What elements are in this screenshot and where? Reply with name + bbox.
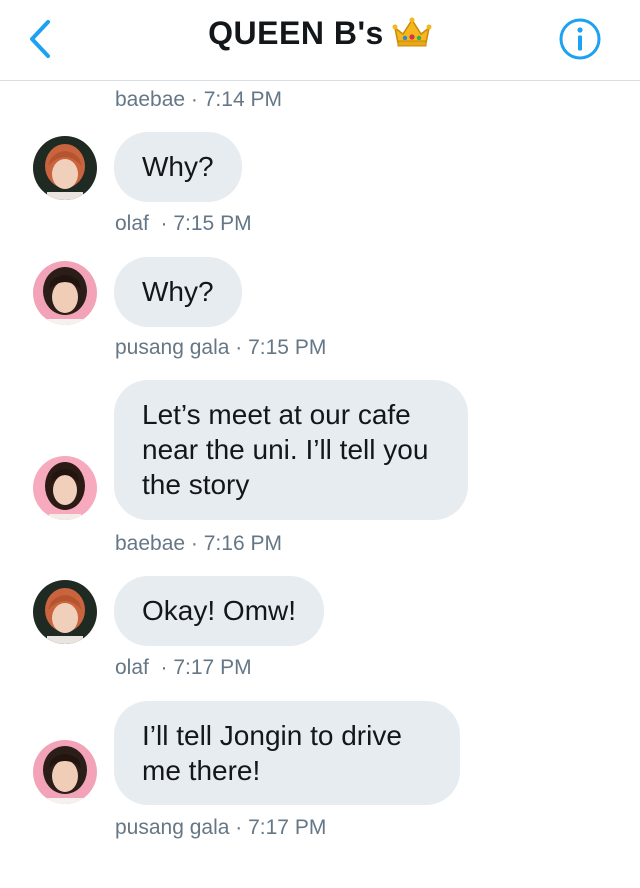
message-text: Let’s meet at our cafe near the uni. I’l…: [142, 399, 429, 500]
sender-name: pusang gala: [115, 336, 230, 359]
message-time: 7:15 PM: [173, 212, 252, 235]
message-meta: pusang gala · 7:15 PM: [115, 336, 327, 359]
avatar[interactable]: [33, 580, 97, 644]
sender-name: baebae: [115, 532, 186, 555]
message-time: 7:15 PM: [248, 336, 327, 359]
message-text: Okay! Omw!: [142, 595, 297, 626]
info-icon[interactable]: [558, 17, 602, 61]
sender-name: olaf: [115, 212, 149, 235]
message-time: 7:17 PM: [173, 656, 252, 679]
sender-name: pusang gala: [115, 816, 230, 839]
message-text: Why?: [142, 151, 214, 182]
message-meta: baebae · 7:14 PM: [115, 88, 282, 111]
avatar[interactable]: [33, 740, 97, 804]
conversation-header: QUEEN B's: [0, 0, 640, 81]
message-time: 7:17 PM: [248, 816, 327, 839]
message-bubble[interactable]: Why?: [114, 257, 242, 327]
crown-icon: [392, 17, 432, 47]
message-bubble[interactable]: Okay! Omw!: [114, 576, 325, 646]
sender-name: olaf: [115, 656, 149, 679]
sender-name: baebae: [115, 88, 186, 111]
message-meta: pusang gala · 7:17 PM: [115, 816, 327, 839]
message-text: I’ll tell Jongin to drive me there!: [142, 720, 402, 786]
message-meta: baebae · 7:16 PM: [115, 532, 282, 555]
message-time: 7:14 PM: [203, 88, 282, 111]
message-bubble[interactable]: I’ll tell Jongin to drive me there!: [114, 701, 460, 805]
avatar[interactable]: [33, 136, 97, 200]
message-meta: olaf · 7:17 PM: [115, 656, 252, 679]
conversation-title-text: QUEEN B's: [208, 15, 384, 51]
avatar[interactable]: [33, 456, 97, 520]
conversation-title[interactable]: QUEEN B's: [0, 15, 640, 52]
message-bubble[interactable]: Why?: [114, 132, 242, 202]
message-meta: olaf · 7:15 PM: [115, 212, 252, 235]
message-bubble[interactable]: Let’s meet at our cafe near the uni. I’l…: [114, 380, 468, 520]
avatar[interactable]: [33, 261, 97, 325]
message-text: Why?: [142, 276, 214, 307]
message-time: 7:16 PM: [203, 532, 282, 555]
